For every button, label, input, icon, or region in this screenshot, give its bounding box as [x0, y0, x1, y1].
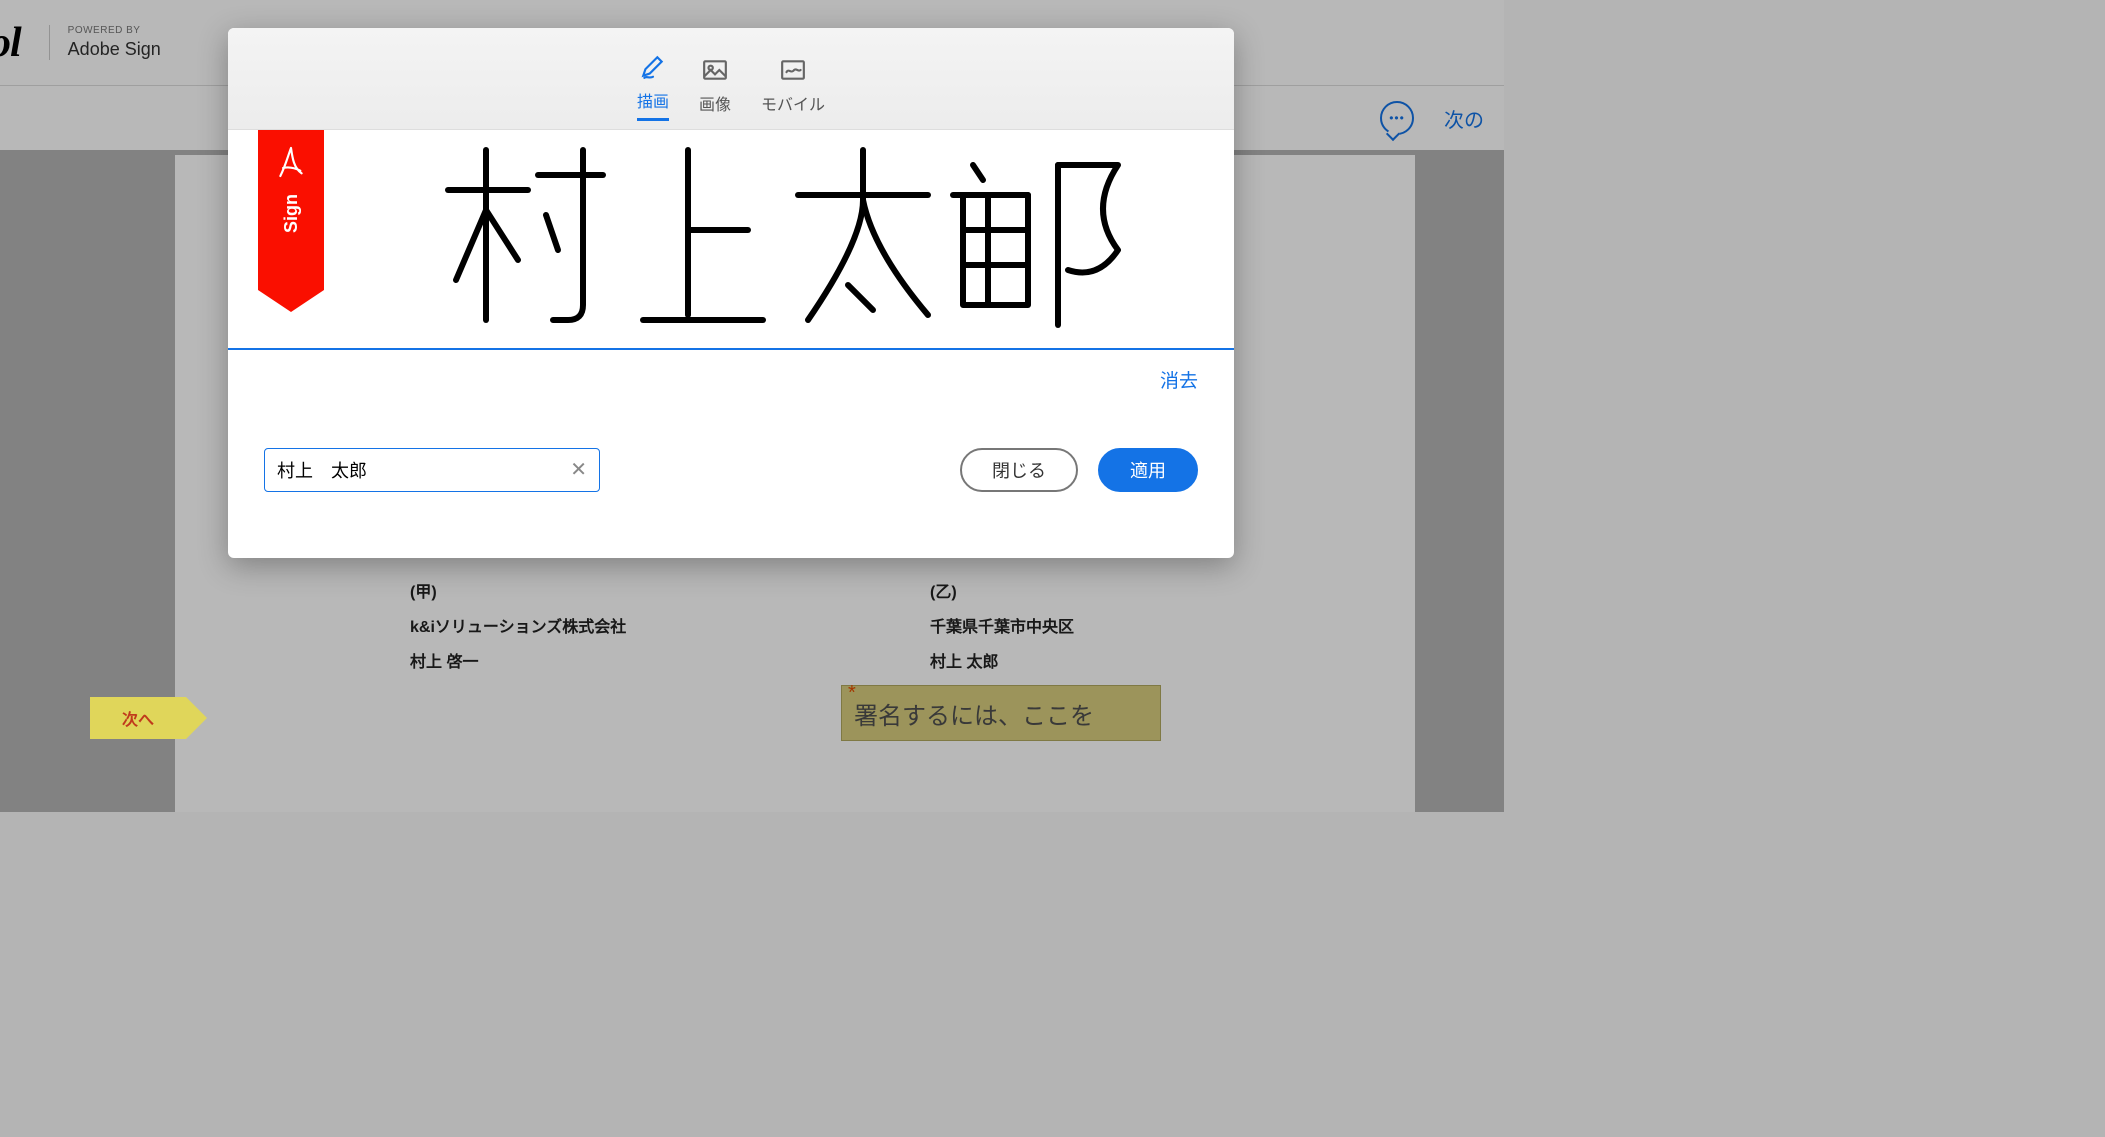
apply-button[interactable]: 適用 — [1098, 448, 1198, 492]
modal-footer: ✕ 閉じる 適用 — [228, 409, 1234, 558]
tab-mobile[interactable]: モバイル — [761, 57, 825, 121]
image-icon — [700, 57, 730, 83]
close-button[interactable]: 閉じる — [960, 448, 1078, 492]
button-row: 閉じる 適用 — [960, 448, 1198, 492]
modal-tabs: 描画 画像 モバイル — [228, 28, 1234, 130]
name-input-wrapper: ✕ — [264, 448, 600, 492]
mobile-signature-icon — [778, 57, 808, 83]
signature-canvas[interactable]: Sign — [228, 130, 1234, 350]
adobe-acrobat-icon — [274, 144, 308, 184]
tab-draw[interactable]: 描画 — [637, 54, 669, 121]
next-flag[interactable]: 次へ — [90, 697, 186, 739]
sign-ribbon: Sign — [258, 130, 324, 290]
ribbon-label: Sign — [281, 194, 302, 233]
pen-icon — [638, 54, 668, 80]
clear-row: 消去 — [228, 350, 1234, 409]
handwritten-signature — [428, 120, 1148, 340]
tab-image[interactable]: 画像 — [699, 57, 731, 121]
clear-link[interactable]: 消去 — [1160, 366, 1198, 393]
clear-input-icon[interactable]: ✕ — [570, 457, 587, 482]
signature-modal: 描画 画像 モバイル Sign — [228, 28, 1234, 558]
name-input[interactable] — [277, 459, 570, 480]
